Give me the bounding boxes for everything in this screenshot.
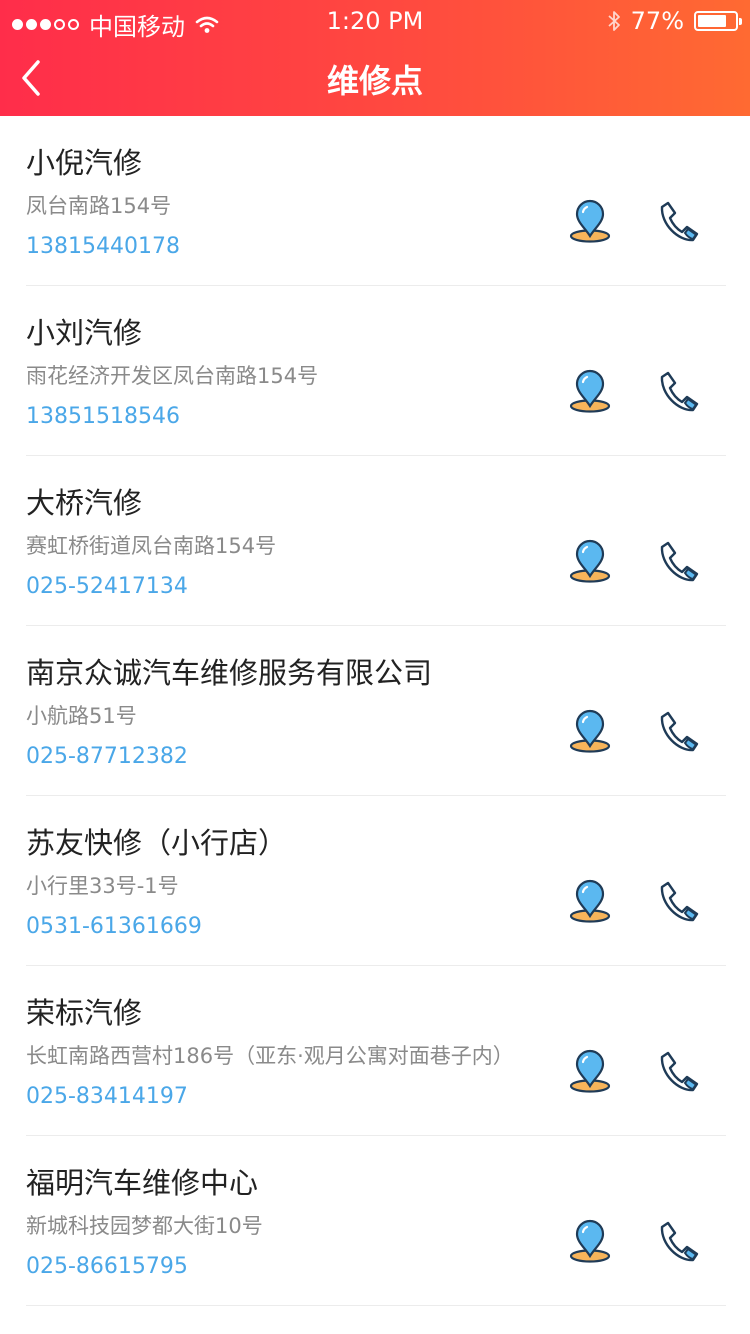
shop-phone[interactable]: 025-86615795 xyxy=(26,1254,188,1279)
map-pin-icon[interactable] xyxy=(566,198,614,246)
shop-phone[interactable]: 13815440178 xyxy=(26,234,180,259)
shop-phone[interactable]: 0531-61361669 xyxy=(26,914,202,939)
map-pin-icon[interactable] xyxy=(566,878,614,926)
shop-phone[interactable]: 025-87712382 xyxy=(26,744,188,769)
shop-name: 小倪汽修 xyxy=(26,146,143,180)
shop-address: 赛虹桥街道凤台南路154号 xyxy=(26,534,277,558)
shop-address: 凤台南路154号 xyxy=(26,194,172,218)
map-pin-icon[interactable] xyxy=(566,1218,614,1266)
list-item[interactable]: 福明汽车维修中心 新城科技园梦都大街10号 025-86615795 xyxy=(26,1136,726,1306)
shop-address: 长虹南路西营村186号（亚东·观月公寓对面巷子内） xyxy=(26,1044,514,1068)
map-pin-icon[interactable] xyxy=(566,708,614,756)
shop-name: 小刘汽修 xyxy=(26,316,143,350)
list-item[interactable]: 荣标汽修 长虹南路西营村186号（亚东·观月公寓对面巷子内） 025-83414… xyxy=(26,966,726,1136)
list-item[interactable]: 小刘汽修 雨花经济开发区凤台南路154号 13851518546 xyxy=(26,286,726,456)
shop-name: 福明汽车维修中心 xyxy=(26,1166,259,1200)
repair-shop-list: 小倪汽修 凤台南路154号 13815440178 小刘汽修 雨花经济开发区凤台… xyxy=(0,116,750,1306)
phone-icon[interactable] xyxy=(654,1048,702,1096)
shop-address: 小行里33号-1号 xyxy=(26,874,179,898)
list-item[interactable]: 南京众诚汽车维修服务有限公司 小航路51号 025-87712382 xyxy=(26,626,726,796)
phone-icon[interactable] xyxy=(654,538,702,586)
bluetooth-icon xyxy=(608,11,620,31)
phone-icon[interactable] xyxy=(654,198,702,246)
phone-icon[interactable] xyxy=(654,368,702,416)
map-pin-icon[interactable] xyxy=(566,1048,614,1096)
shop-name: 大桥汽修 xyxy=(26,486,143,520)
nav-bar: 维修点 xyxy=(0,40,750,116)
status-bar: 中国移动 1:20 PM 77% xyxy=(0,0,750,41)
battery-icon xyxy=(694,11,742,31)
shop-phone[interactable]: 025-52417134 xyxy=(26,574,188,599)
shop-name: 苏友快修（小行店） xyxy=(26,826,288,860)
phone-icon[interactable] xyxy=(654,1218,702,1266)
list-item[interactable]: 苏友快修（小行店） 小行里33号-1号 0531-61361669 xyxy=(26,796,726,966)
shop-name: 南京众诚汽车维修服务有限公司 xyxy=(26,656,433,690)
shop-address: 雨花经济开发区凤台南路154号 xyxy=(26,364,319,388)
header: 中国移动 1:20 PM 77% 维修点 xyxy=(0,0,750,116)
shop-phone[interactable]: 13851518546 xyxy=(26,404,180,429)
shop-address: 新城科技园梦都大街10号 xyxy=(26,1214,263,1238)
list-item[interactable]: 大桥汽修 赛虹桥街道凤台南路154号 025-52417134 xyxy=(26,456,726,626)
map-pin-icon[interactable] xyxy=(566,538,614,586)
battery-percent: 77% xyxy=(630,7,684,35)
list-item[interactable]: 小倪汽修 凤台南路154号 13815440178 xyxy=(26,116,726,286)
shop-phone[interactable]: 025-83414197 xyxy=(26,1084,188,1109)
map-pin-icon[interactable] xyxy=(566,368,614,416)
shop-name: 荣标汽修 xyxy=(26,996,143,1030)
phone-icon[interactable] xyxy=(654,878,702,926)
phone-icon[interactable] xyxy=(654,708,702,756)
shop-address: 小航路51号 xyxy=(26,704,137,728)
page-title: 维修点 xyxy=(326,62,423,100)
